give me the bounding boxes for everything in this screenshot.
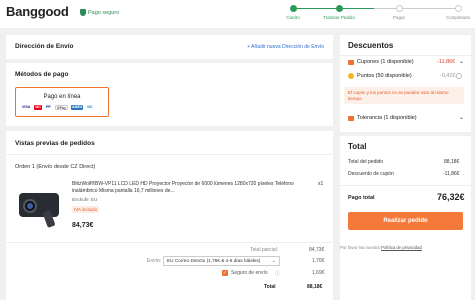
divider	[6, 242, 333, 243]
step-dot-pagar	[396, 5, 403, 12]
discounts-title: Descuentos	[348, 41, 394, 50]
order-label: Orden 1 (Envío desde CZ Direct)	[15, 164, 96, 170]
place-order-button[interactable]: Realizar pedido	[348, 212, 463, 230]
shipping-value: 1,76€	[312, 258, 325, 264]
secure-label: Pago seguro	[88, 9, 120, 16]
shipping-label: Envío:	[147, 258, 162, 264]
shipping-method-select[interactable]: EU Correo Directo (1,76€ & 4-6 días hábi…	[163, 256, 280, 266]
shield-icon	[80, 9, 86, 16]
pay-total-value: 76,32€	[437, 192, 465, 202]
subtotal-label: Total parcial:	[250, 247, 279, 253]
info-icon[interactable]: ⓘ	[275, 270, 280, 277]
online-payment-label: Pago en línea	[43, 94, 81, 100]
order-total-value: 88,18€	[307, 284, 323, 290]
coupon-discount-label: Descuento de cupón	[348, 171, 394, 177]
step-label-carrito: Carrito	[286, 15, 300, 20]
tax-tag: IVA incluido	[72, 206, 100, 213]
checkout-steps: Carrito Tramitar Pedido Pagar Completado	[282, 4, 472, 24]
preview-title: Vistas previas de pedidos	[15, 140, 95, 147]
step-line-2	[338, 8, 374, 9]
banggood-logo[interactable]: Banggood	[6, 4, 69, 19]
ticket-icon	[348, 115, 354, 121]
order-total-label: Total	[264, 284, 276, 290]
header: Banggood Pago seguro Carrito Tramitar Pe…	[0, 0, 475, 28]
privacy-note: Por favor lea nuestra Política de privac…	[340, 245, 422, 250]
visa-logo: VISA	[22, 105, 31, 109]
chevron-down-icon: ⌄	[271, 258, 276, 264]
product-image[interactable]	[15, 181, 65, 231]
points-row[interactable]: Puntos (50 disponible)	[348, 73, 412, 79]
insurance-label: Seguro de envío	[231, 270, 268, 276]
coupons-label: Cupones (1 disponible)	[357, 59, 414, 65]
points-radio[interactable]	[456, 73, 462, 79]
online-payment-option[interactable]: Pago en línea VISA MC PP GPay AMEX DC	[15, 87, 109, 117]
step-dot-carrito	[290, 5, 297, 12]
step-dot-tramitar	[336, 5, 343, 12]
privacy-link[interactable]: Política de privacidad	[381, 245, 422, 250]
insurance-checkbox[interactable]: ✓	[222, 270, 228, 276]
coupons-row[interactable]: Cupones (1 disponible)	[348, 59, 414, 65]
divider	[340, 55, 471, 56]
privacy-prefix: Por favor lea nuestra	[340, 245, 380, 250]
order-total-value: 88,18€	[444, 159, 460, 165]
add-address-link[interactable]: + Añadir nueva Dirección de Envío	[247, 44, 324, 50]
pay-total-label: Pago total	[348, 195, 375, 201]
insurance-value: 1,69€	[312, 270, 325, 276]
ticket-icon	[348, 59, 354, 65]
lens-inner	[27, 203, 33, 209]
tolerance-label: Tolerancia (1 disponible)	[357, 115, 417, 121]
subtotal-value: 84,73€	[309, 247, 325, 253]
coupon-warning: El cupón y los puntos no se pueden usar …	[344, 87, 464, 104]
coupon-discount-value: -11,86€	[443, 171, 460, 177]
step-label-pagar: Pagar	[392, 15, 406, 20]
step-dot-completado	[455, 5, 462, 12]
step-line-1	[293, 8, 337, 9]
payment-title: Métodos de pago	[15, 71, 69, 78]
paypal-logo: PP	[45, 105, 51, 109]
chevron-down-icon[interactable]: ⌄	[459, 114, 464, 121]
secure-badge: Pago seguro	[80, 9, 119, 16]
totals-title: Total	[348, 142, 367, 151]
mastercard-logo: MC	[34, 105, 42, 110]
payment-logos: VISA MC PP GPay AMEX DC	[21, 105, 94, 110]
shipping-option: EU Correo Directo (1,76€ & 4-6 días hábi…	[167, 258, 261, 263]
shipping-card: Dirección de Envío + Añadir nueva Direcc…	[6, 35, 333, 59]
diners-logo: DC	[87, 105, 93, 109]
product-name[interactable]: BlitzWolf®BW-VP11 LCD LED HD Proyector P…	[72, 181, 302, 195]
chevron-down-icon[interactable]: ⌄	[459, 58, 464, 65]
points-label: Puntos (50 disponible)	[357, 73, 412, 79]
divider	[340, 185, 471, 186]
product-price: 84,73€	[72, 222, 94, 229]
step-label-tramitar: Tramitar Pedido	[323, 15, 355, 20]
coupons-value: -11,86€	[437, 59, 456, 65]
shipping-title: Dirección de Envío	[15, 43, 74, 50]
points-value: -0,42€	[440, 73, 456, 79]
divider	[6, 154, 333, 155]
order-total-label: Total del pedido	[348, 159, 384, 165]
amex-logo: AMEX	[70, 105, 84, 110]
coin-icon	[348, 73, 354, 79]
step-line-3	[374, 8, 458, 9]
tolerance-row[interactable]: Tolerancia (1 disponible)	[348, 115, 417, 121]
gpay-logo: GPay	[54, 105, 68, 110]
product-qty: x1	[318, 181, 324, 187]
product-plug: Enchufe: EU	[72, 197, 98, 202]
step-label-completado: Completado	[445, 15, 471, 20]
